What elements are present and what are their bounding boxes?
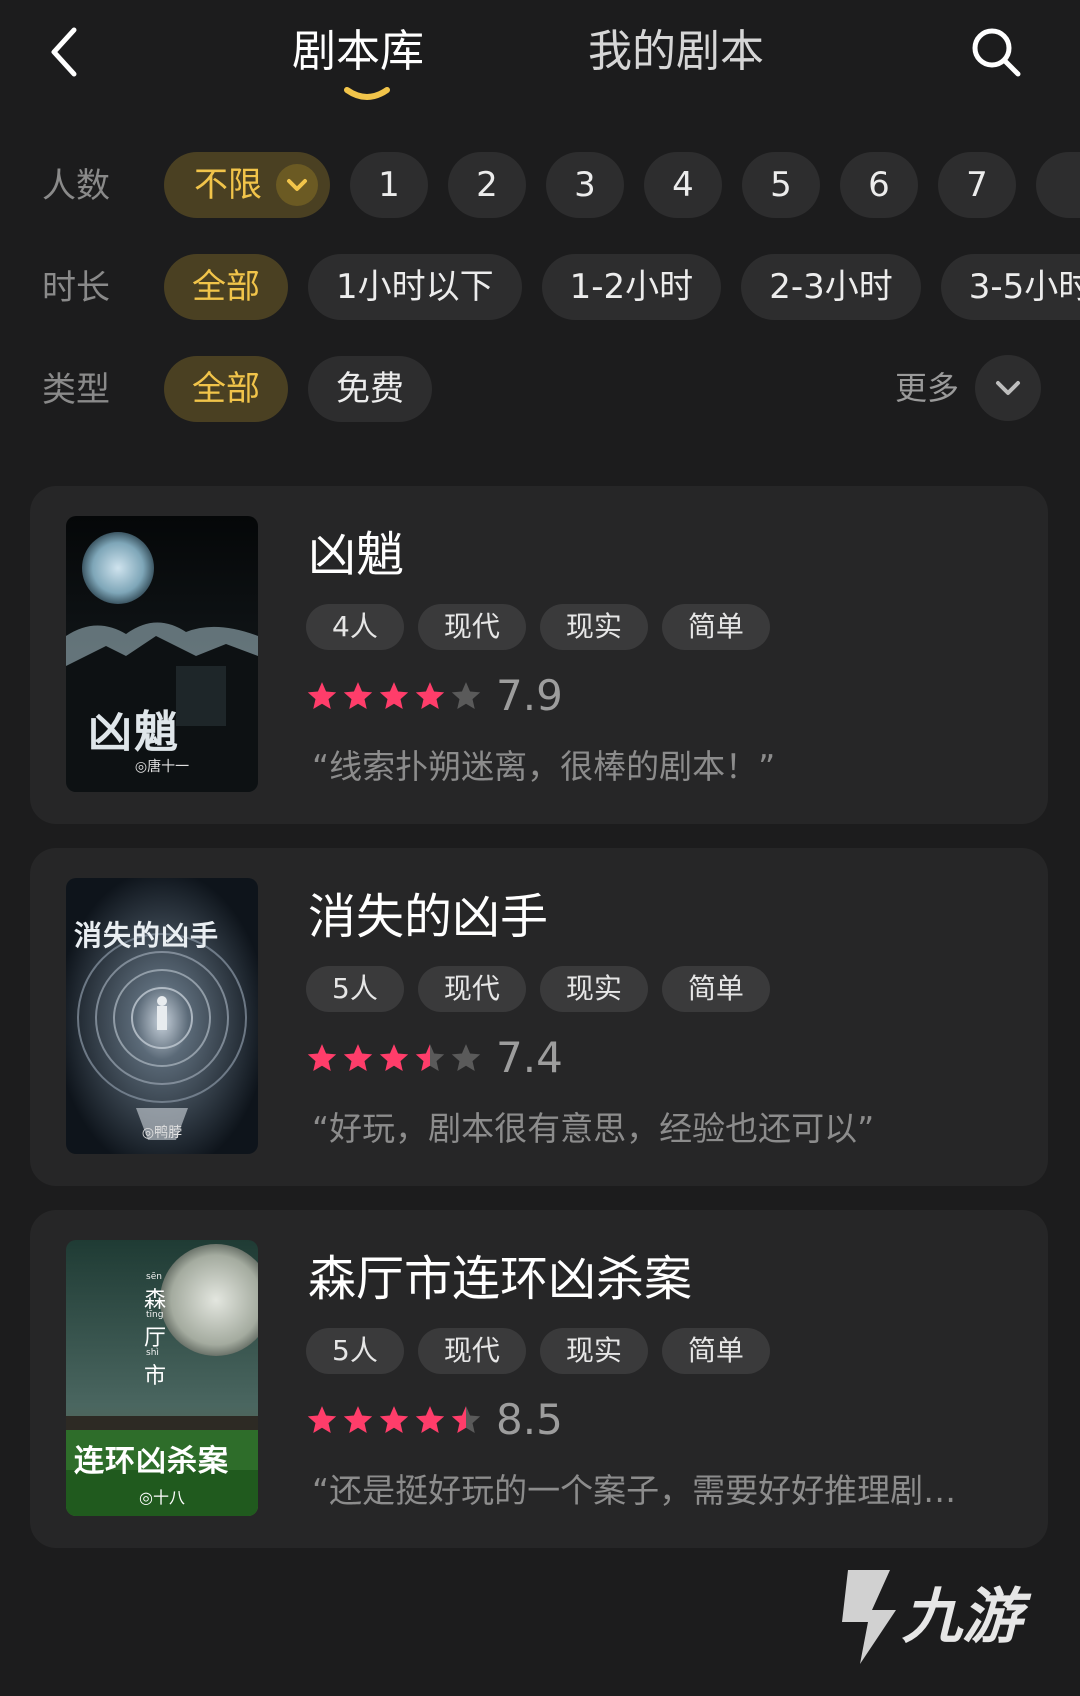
type-chip-free[interactable]: 免费 [308,356,432,422]
tab-script-library[interactable]: 剧本库 [292,22,424,82]
star-rating [306,1404,482,1436]
people-chip-5[interactable]: 5 [742,152,820,218]
chevron-left-icon [51,27,77,77]
filter-label-duration: 时长 [42,268,110,308]
type-filter-row: 全部 免费 [164,356,432,422]
filter-label-type: 类型 [42,370,110,410]
tab-active-indicator [344,87,390,100]
cover-title-text: 消失的凶手 [74,919,220,952]
rating-score: 7.4 [496,1033,563,1082]
review-snippet: “好玩，剧本很有意思，经验也还可以” [312,1109,875,1148]
script-title[interactable]: 森厅市连环凶杀案 [308,1248,692,1310]
duration-filter-scroller[interactable]: 全部 1小时以下 1-2小时 2-3小时 3-5小时 [164,254,1080,322]
tag-genre: 现实 [539,1328,648,1374]
script-cover-image[interactable]: 凶魈 ◎唐十一 [66,516,258,792]
tag-list: 5人 现代 现实 简单 [306,1328,770,1374]
people-chip-partial[interactable] [1036,152,1080,218]
tag-players: 4人 [306,604,404,650]
duration-chip-2-3h[interactable]: 2-3小时 [741,254,921,320]
cover-subtitle-text: 连环凶杀案 [74,1444,229,1479]
script-card[interactable]: 消失的凶手 ◎鸭脖 消失的凶手 5人 现代 现实 简单 7.4 “好玩，剧本很有… [30,848,1048,1186]
tag-genre: 现实 [539,604,648,650]
star-icon [451,682,481,710]
star-icon [307,682,337,710]
tag-difficulty: 简单 [661,966,770,1012]
people-chip-unlimited[interactable]: 不限 [164,152,330,218]
chip-label: 不限 [194,165,262,205]
people-chip-7[interactable]: 7 [938,152,1016,218]
more-filters-label[interactable]: 更多 [895,368,959,408]
star-icon [415,1406,445,1434]
cover-author-text: ◎十八 [139,1488,185,1507]
script-card[interactable]: sēn 森 tīng 厅 shì 市 连环凶杀案 ◎十八 森厅市连环凶杀案 5人… [30,1210,1048,1548]
script-card[interactable]: 凶魈 ◎唐十一 凶魈 4人 现代 现实 简单 7.9 “线索扑朔迷离，很棒的剧本… [30,486,1048,824]
tag-difficulty: 简单 [661,604,770,650]
people-chip-2[interactable]: 2 [448,152,526,218]
search-icon [972,28,1021,77]
tag-difficulty: 简单 [661,1328,770,1374]
people-chip-3[interactable]: 3 [546,152,624,218]
people-chip-4[interactable]: 4 [644,152,722,218]
star-icon [451,1406,481,1434]
cover-title-text: 凶魈 [88,707,180,758]
cover-author-text: ◎鸭脖 [141,1125,183,1141]
people-chip-6[interactable]: 6 [840,152,918,218]
cover-pinyin-2: tīng [146,1310,164,1320]
review-snippet: “还是挺好玩的一个案子，需要好好推理剧… [312,1471,957,1510]
script-cover-image[interactable]: sēn 森 tīng 厅 shì 市 连环凶杀案 ◎十八 [66,1240,258,1516]
cover-pinyin-3: shì [146,1348,159,1358]
type-chip-all[interactable]: 全部 [164,356,288,422]
rating: 8.5 [306,1392,563,1448]
script-cover-image[interactable]: 消失的凶手 ◎鸭脖 [66,878,258,1154]
script-title[interactable]: 凶魈 [308,524,404,586]
duration-chip-under-1h[interactable]: 1小时以下 [308,254,522,320]
search-button[interactable] [968,24,1024,80]
watermark-text: 九游 [902,1582,1022,1652]
star-icon [379,682,409,710]
star-icon [415,1044,445,1072]
rating-score: 7.9 [496,671,563,720]
duration-chip-all[interactable]: 全部 [164,254,288,320]
review-snippet: “线索扑朔迷离，很棒的剧本！” [312,747,776,786]
chevron-down-icon [996,381,1020,395]
tag-list: 5人 现代 现实 简单 [306,966,770,1012]
rating: 7.4 [306,1030,563,1086]
tag-era: 现代 [417,1328,526,1374]
star-icon [343,1044,373,1072]
people-filter-scroller[interactable]: 不限 1 2 3 4 5 6 7 [164,152,1080,220]
star-icon [379,1406,409,1434]
tag-players: 5人 [306,1328,404,1374]
tag-list: 4人 现代 现实 简单 [306,604,770,650]
star-icon [415,682,445,710]
tab-my-scripts[interactable]: 我的剧本 [588,22,764,82]
star-icon [343,682,373,710]
star-icon [379,1044,409,1072]
tag-players: 5人 [306,966,404,1012]
duration-chip-3-5h[interactable]: 3-5小时 [940,254,1080,320]
people-chip-1[interactable]: 1 [350,152,428,218]
more-filters-button[interactable] [975,355,1041,421]
cover-char-3: 市 [144,1364,167,1389]
duration-chip-1-2h[interactable]: 1-2小时 [541,254,722,320]
tag-era: 现代 [417,604,526,650]
star-icon [451,1044,481,1072]
script-title[interactable]: 消失的凶手 [308,886,548,948]
cover-author-text: ◎唐十一 [134,759,190,775]
filter-label-people: 人数 [42,166,110,206]
rating: 7.9 [306,668,563,724]
star-rating [306,680,482,712]
back-button[interactable] [44,22,88,82]
rating-score: 8.5 [496,1395,563,1444]
tag-genre: 现实 [539,966,648,1012]
star-icon [343,1406,373,1434]
cover-pinyin-1: sēn [146,1272,162,1282]
star-icon [307,1044,337,1072]
chevron-down-icon [276,164,318,206]
tag-era: 现代 [417,966,526,1012]
star-icon [307,1406,337,1434]
star-rating [306,1042,482,1074]
